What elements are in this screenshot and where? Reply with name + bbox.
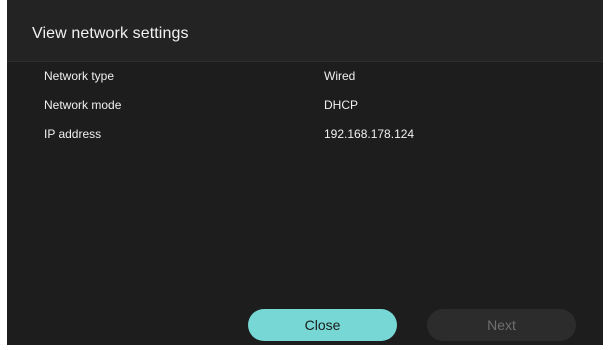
setting-row-network-mode: Network mode DHCP	[7, 91, 603, 120]
setting-label: Network type	[44, 69, 115, 83]
setting-label: IP address	[44, 127, 102, 141]
setting-value: 192.168.178.124	[324, 127, 415, 141]
setting-row-ip-address: IP address 192.168.178.124	[7, 120, 603, 149]
setting-value: Wired	[324, 69, 356, 83]
next-button[interactable]: Next	[427, 309, 576, 341]
dialog-title: View network settings	[32, 25, 189, 42]
close-button[interactable]: Close	[248, 309, 397, 341]
setting-label: Network mode	[44, 98, 122, 112]
dialog-header: View network settings	[7, 0, 603, 62]
network-settings-dialog: View network settings Network type Wired…	[7, 0, 603, 345]
settings-list: Network type Wired Network mode DHCP IP …	[7, 62, 603, 149]
setting-value: DHCP	[324, 98, 359, 112]
setting-row-network-type: Network type Wired	[7, 62, 603, 91]
